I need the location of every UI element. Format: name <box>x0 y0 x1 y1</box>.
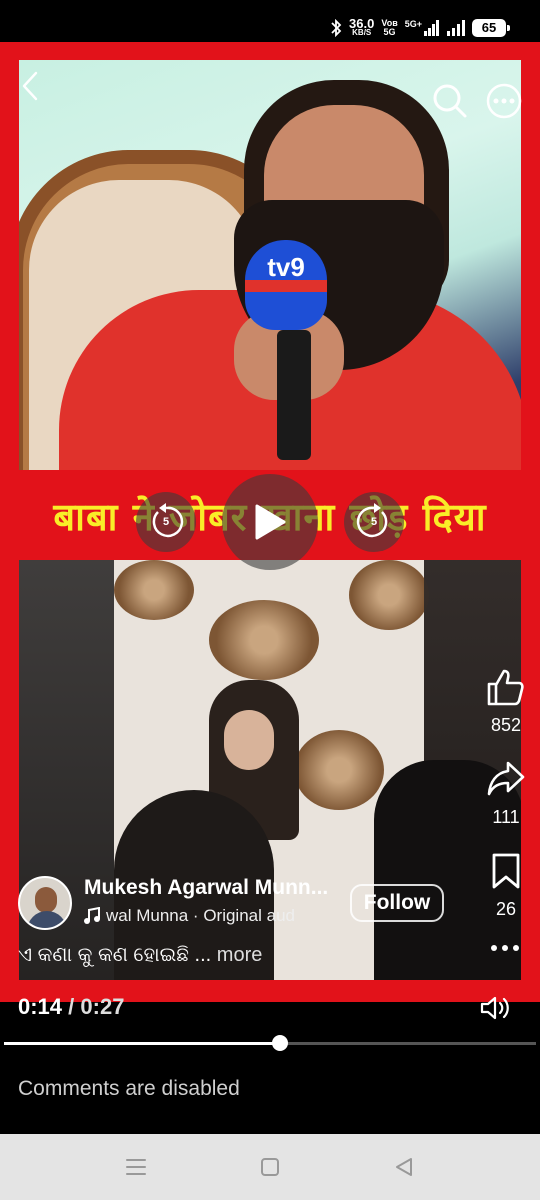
post-caption-text: ଏ କଣା କୁ କଣ ହୋଇଛି ... <box>18 944 212 966</box>
more-link[interactable]: more <box>217 944 263 966</box>
rewind-seconds: 5 <box>162 516 170 528</box>
forward-5s-button[interactable]: 5 <box>344 492 404 552</box>
wall-hat-decor <box>349 560 429 630</box>
mic-logo-text: tv9 <box>267 252 305 282</box>
signal-bars-icon <box>424 19 439 36</box>
system-nav-bar <box>0 1134 540 1200</box>
signal-5g: 5G+ <box>404 18 440 36</box>
signal-bars-2-icon <box>447 19 465 36</box>
back-button[interactable] <box>14 70 46 102</box>
follow-button[interactable]: Follow <box>350 884 444 922</box>
more-options-button[interactable] <box>486 83 522 119</box>
like-count: 852 <box>490 715 522 735</box>
status-icons: 36.0 KB/S Voʙ 5G 5G+ 65 <box>330 17 510 37</box>
volte-indicator: Voʙ 5G <box>381 17 398 37</box>
triangle-back-icon <box>396 1158 412 1176</box>
wall-hat-decor <box>209 600 319 680</box>
home-button[interactable] <box>256 1154 284 1180</box>
battery-indicator: 65 <box>472 18 510 37</box>
more-horizontal-icon <box>491 945 519 951</box>
like-button[interactable]: 852 <box>484 668 528 736</box>
menu-icon <box>126 1159 146 1175</box>
wall-hat-decor <box>294 730 384 810</box>
search-icon <box>433 84 467 118</box>
total-time: 0:27 <box>80 994 125 1019</box>
network-speed: 36.0 KB/S <box>349 17 374 37</box>
music-note-icon <box>84 907 100 924</box>
mic-band <box>245 280 327 292</box>
author-name[interactable]: Mukesh Agarwal Munn... <box>84 876 328 900</box>
rewind-5s-button[interactable]: 5 <box>136 492 196 552</box>
video-frame-top: tv9 <box>19 60 521 470</box>
comments-status: Comments are disabled <box>18 1077 240 1100</box>
recent-apps-button[interactable] <box>122 1154 150 1180</box>
system-back-button[interactable] <box>390 1154 418 1180</box>
time-separator: / <box>68 994 75 1019</box>
forward-seconds: 5 <box>370 516 378 528</box>
audio-track[interactable]: wal Munna · Original aud <box>84 906 295 926</box>
play-icon <box>255 504 286 540</box>
chevron-left-icon <box>22 71 38 101</box>
square-home-icon <box>261 1158 279 1176</box>
share-button[interactable]: 111 <box>484 760 528 828</box>
microphone-logo: tv9 <box>245 240 327 330</box>
microphone-handle <box>277 330 311 460</box>
thumbs-up-icon <box>487 669 524 706</box>
current-time: 0:14 <box>18 994 63 1019</box>
save-count: 26 <box>495 899 517 919</box>
author-avatar[interactable] <box>18 876 72 930</box>
bluetooth-icon <box>331 18 342 37</box>
volume-icon <box>480 996 509 1020</box>
avatar-head <box>35 887 57 913</box>
avatar-body <box>27 911 67 928</box>
status-bar: 36.0 KB/S Voʙ 5G 5G+ 65 <box>0 0 540 42</box>
person-face <box>224 710 274 770</box>
share-arrow-icon <box>487 761 525 796</box>
volume-button[interactable] <box>480 994 510 1022</box>
progress-bar[interactable] <box>4 1035 536 1051</box>
wall-hat-decor <box>114 560 194 620</box>
playback-time: 0:14 / 0:27 <box>18 994 124 1020</box>
network-speed-unit: KB/S <box>352 28 372 37</box>
more-actions-button[interactable] <box>490 940 520 964</box>
play-button[interactable] <box>222 474 318 570</box>
save-button[interactable]: 26 <box>484 852 528 920</box>
bookmark-icon <box>492 853 520 889</box>
audio-track-label: wal Munna · Original aud <box>106 906 295 925</box>
post-caption[interactable]: ଏ କଣା କୁ କଣ ହୋଇଛି ... more <box>18 944 262 967</box>
share-count: 111 <box>492 807 520 827</box>
progress-thumb[interactable] <box>272 1035 289 1051</box>
signal-5g-label: 5G+ <box>404 18 422 29</box>
search-button[interactable] <box>432 83 468 119</box>
more-horizontal-icon <box>486 83 522 119</box>
progress-fill <box>4 1042 281 1045</box>
